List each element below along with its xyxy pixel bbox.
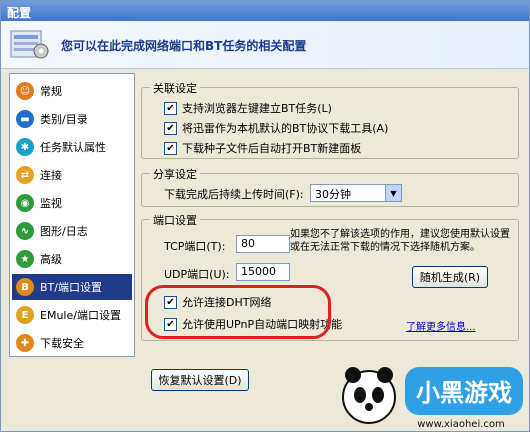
sidebar-item-category[interactable]: ▬ 类别/目录 xyxy=(12,106,132,132)
sidebar-item-label: EMule/端口设置 xyxy=(40,309,121,322)
advanced-icon: ★ xyxy=(16,250,34,268)
sidebar-item-advanced[interactable]: ★ 高级 xyxy=(12,246,132,272)
person-icon: ☺ xyxy=(16,82,34,100)
restore-defaults-button[interactable]: 恢复默认设置(D) xyxy=(151,369,249,391)
sidebar-item-emule-port[interactable]: E EMule/端口设置 xyxy=(12,302,132,328)
header-banner: 您可以在此完成网络端口和BT任务的相关配置 xyxy=(1,21,529,69)
shield-icon: ✚ xyxy=(16,334,34,352)
default-bt-tool-checkbox[interactable]: ✔ 将迅雷作为本机默认的BT协议下载工具(A) xyxy=(164,120,388,136)
highlight-ring xyxy=(145,285,331,339)
settings-content: 关联设定 ✔ 支持浏览器左键建立BT任务(L) ✔ 将迅雷作为本机默认的BT协议… xyxy=(141,73,523,391)
tcp-port-label: TCP端口(T): xyxy=(164,240,226,253)
udp-port-input[interactable]: 15000 xyxy=(236,263,290,281)
gear-icon: ✱ xyxy=(16,138,34,156)
header-text: 您可以在此完成网络端口和BT任务的相关配置 xyxy=(61,39,307,53)
sidebar-item-connection[interactable]: ⇄ 连接 xyxy=(12,162,132,188)
learn-more-link[interactable]: 了解更多信息... xyxy=(406,318,476,333)
emule-icon: E xyxy=(16,306,34,324)
checkbox-box: ✔ xyxy=(164,101,177,115)
browser-left-click-checkbox[interactable]: ✔ 支持浏览器左键建立BT任务(L) xyxy=(164,100,332,116)
port-help-note: 如果您不了解该选项的作用，建议您使用默认设置或在无法正常下载的情况下选择随机方案… xyxy=(290,229,510,253)
checkbox-label: 将迅雷作为本机默认的BT协议下载工具(A) xyxy=(182,122,389,135)
sidebar-item-label: 图形/日志 xyxy=(40,225,88,238)
share-group-title: 分享设定 xyxy=(150,166,200,182)
upload-time-label: 下载完成后持续上传时间(F): xyxy=(164,188,304,201)
folder-icon: ▬ xyxy=(16,110,34,128)
watermark-title: 小黑游戏 xyxy=(416,379,512,407)
config-window: 配置 您可以在此完成网络端口和BT任务的相关配置 ☺ 常规 ▬ 类别/目录 ✱ … xyxy=(0,0,530,432)
random-generate-button[interactable]: 随机生成(R) xyxy=(412,266,488,288)
sidebar-item-label: 连接 xyxy=(40,169,62,182)
share-group: 分享设定 下载完成后持续上传时间(F): 30分钟 ▼ xyxy=(141,166,519,207)
watermark-logo: 小黑游戏 www.xiaohei.com xyxy=(342,367,523,430)
tcp-port-input[interactable]: 80 xyxy=(236,235,290,253)
sidebar-item-monitor[interactable]: ◉ 监视 xyxy=(12,190,132,216)
sidebar-item-graph-log[interactable]: ∿ 图形/日志 xyxy=(12,218,132,244)
window-title: 配置 xyxy=(1,1,529,21)
chart-icon: ∿ xyxy=(16,222,34,240)
sidebar-item-label: 监视 xyxy=(40,197,62,210)
association-group: 关联设定 ✔ 支持浏览器左键建立BT任务(L) ✔ 将迅雷作为本机默认的BT协议… xyxy=(141,80,519,159)
sidebar-item-label: 高级 xyxy=(40,253,62,266)
association-group-title: 关联设定 xyxy=(150,80,200,96)
sidebar-item-label: BT/端口设置 xyxy=(40,281,102,294)
checkbox-box: ✔ xyxy=(164,121,177,135)
checkbox-label: 支持浏览器左键建立BT任务(L) xyxy=(182,102,332,115)
bt-icon: B xyxy=(16,278,34,296)
port-group-title: 端口设置 xyxy=(150,212,200,228)
sidebar-nav: ☺ 常规 ▬ 类别/目录 ✱ 任务默认属性 ⇄ 连接 ◉ 监视 ∿ 图形/日志 … xyxy=(9,73,135,357)
sidebar-item-general[interactable]: ☺ 常规 xyxy=(12,78,132,104)
auto-open-bt-panel-checkbox[interactable]: ✔ 下载种子文件后自动打开BT新建面板 xyxy=(164,140,361,156)
monitor-icon: ◉ xyxy=(16,194,34,212)
upload-time-value: 30分钟 xyxy=(315,188,351,201)
checkbox-box: ✔ xyxy=(164,141,177,155)
watermark-url: www.xiaohei.com xyxy=(417,419,505,430)
checkbox-label: 下载种子文件后自动打开BT新建面板 xyxy=(182,142,362,155)
sidebar-item-label: 任务默认属性 xyxy=(40,141,106,154)
connection-icon: ⇄ xyxy=(16,166,34,184)
sidebar-item-task-defaults[interactable]: ✱ 任务默认属性 xyxy=(12,134,132,160)
upload-time-select[interactable]: 30分钟 ▼ xyxy=(310,184,402,202)
sidebar-item-bt-port[interactable]: B BT/端口设置 xyxy=(12,274,132,300)
settings-panel-icon xyxy=(10,30,49,59)
sidebar-item-label: 常规 xyxy=(40,85,62,98)
sidebar-item-download-security[interactable]: ✚ 下载安全 xyxy=(12,330,132,356)
chevron-down-icon[interactable]: ▼ xyxy=(385,185,401,201)
udp-port-label: UDP端口(U): xyxy=(164,268,230,281)
sidebar-item-label: 下载安全 xyxy=(40,337,84,350)
sidebar-item-label: 类别/目录 xyxy=(40,113,88,126)
